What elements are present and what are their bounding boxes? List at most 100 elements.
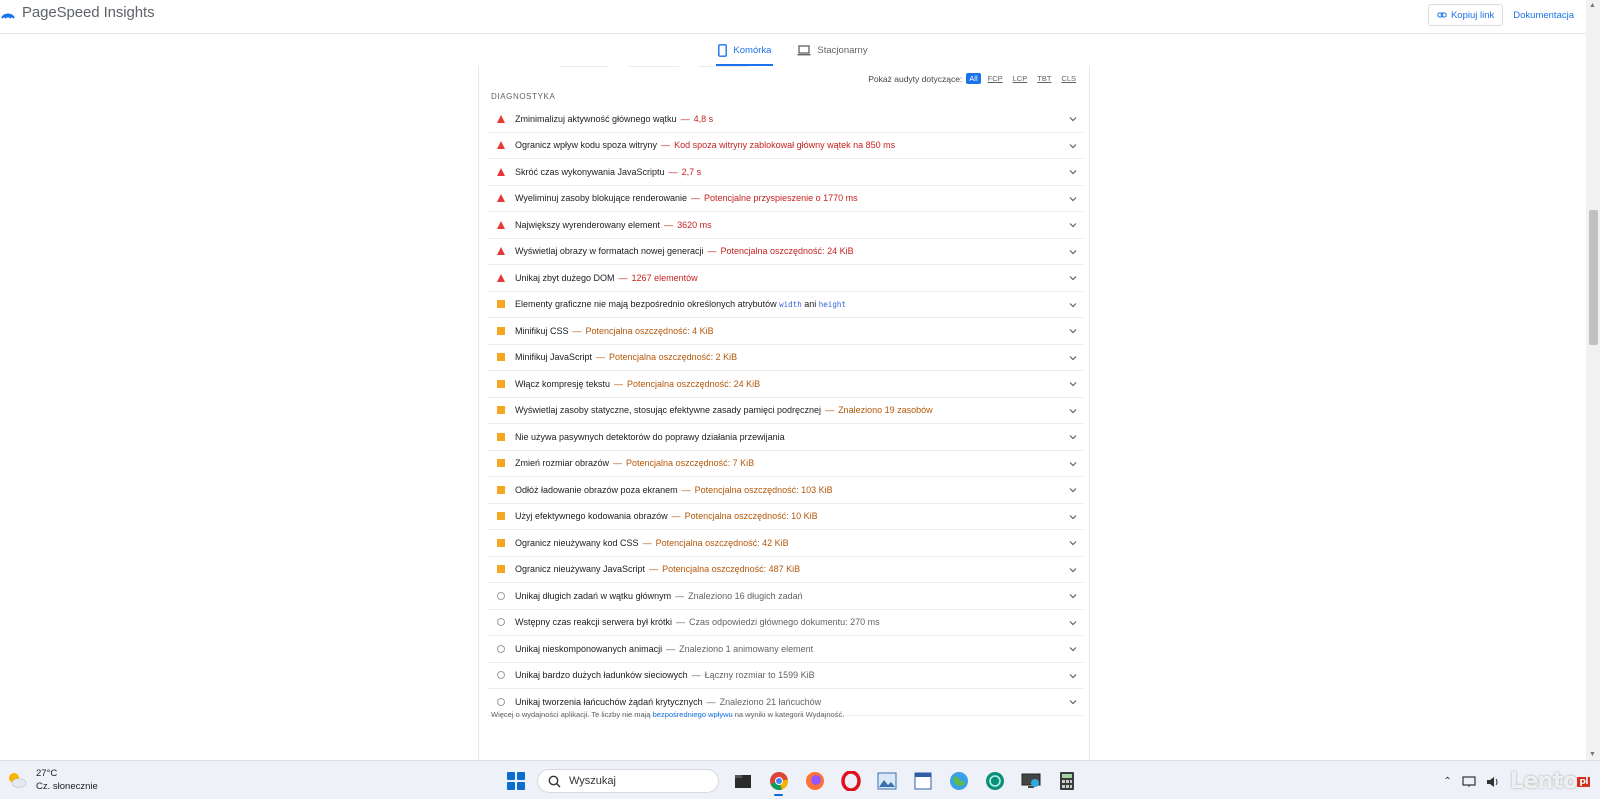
chevron-down-icon[interactable] bbox=[1069, 433, 1077, 441]
audit-title: Zmień rozmiar obrazów bbox=[515, 458, 610, 469]
chevron-down-icon[interactable] bbox=[1069, 380, 1077, 388]
chevron-down-icon[interactable] bbox=[1069, 354, 1077, 362]
brand[interactable]: PageSpeed Insights bbox=[0, 4, 155, 21]
audit-value: Potencjalna oszczędność: 42 KiB bbox=[655, 537, 789, 548]
chevron-down-icon[interactable] bbox=[1069, 486, 1077, 494]
tab-desktop[interactable]: Stacjonarny bbox=[795, 34, 869, 66]
start-button[interactable] bbox=[507, 772, 525, 790]
chevron-down-icon[interactable] bbox=[1069, 592, 1077, 600]
audit-row[interactable]: Unikaj nieskomponowanych animacji — Znalez… bbox=[487, 636, 1083, 663]
chrome-icon[interactable] bbox=[766, 769, 791, 796]
tab-mobile[interactable]: Komórka bbox=[716, 34, 774, 66]
audit-row[interactable]: Unikaj zbyt dużego DOM —1267 elementów bbox=[487, 265, 1083, 292]
scroll-down-icon[interactable]: ▼ bbox=[1589, 751, 1596, 758]
chevron-down-icon[interactable] bbox=[1069, 566, 1077, 574]
chevron-up-icon[interactable]: ⌃ bbox=[1443, 776, 1451, 787]
chevron-down-icon[interactable] bbox=[1069, 248, 1077, 256]
scroll-thumb[interactable] bbox=[1589, 210, 1598, 345]
footnote: Więcej o wydajności aplikacji. Te liczby… bbox=[491, 710, 844, 719]
chevron-down-icon[interactable] bbox=[1069, 142, 1077, 150]
audit-value: Znaleziono 19 zasobów bbox=[838, 405, 933, 416]
chevron-down-icon[interactable] bbox=[1069, 407, 1077, 415]
filter-chip-fcp[interactable]: FCP bbox=[985, 73, 1006, 84]
audit-row[interactable]: Włącz kompresję tekstu — Potencjalna oszcz… bbox=[487, 371, 1083, 398]
audit-row[interactable]: Wyświetlaj zasoby statyczne, stosując ef… bbox=[487, 398, 1083, 424]
file-explorer-icon[interactable] bbox=[730, 769, 755, 793]
fail-triangle-icon bbox=[497, 141, 505, 150]
filter-chip-cls[interactable]: CLS bbox=[1058, 73, 1079, 84]
audit-row[interactable]: Największy wyrenderowany element —3620 ms bbox=[487, 212, 1083, 239]
chevron-down-icon[interactable] bbox=[1069, 168, 1077, 176]
filter-chip-lcp[interactable]: LCP bbox=[1010, 73, 1031, 84]
average-square-icon bbox=[497, 459, 505, 468]
pass-circle-icon bbox=[497, 697, 505, 706]
weather-widget[interactable]: 27°C Cz. słonecznie bbox=[6, 767, 98, 793]
brand-name: PageSpeed Insights bbox=[22, 4, 155, 21]
audit-filter-label: Pokaż audyty dotyczące: bbox=[868, 73, 963, 84]
audit-separator: — bbox=[668, 166, 678, 177]
audit-row[interactable]: Zminimalizuj aktywność głównego wątku —4,… bbox=[487, 106, 1083, 133]
teal-app-icon[interactable] bbox=[982, 769, 1007, 793]
device-tabs: Komórka Stacjonarny bbox=[0, 34, 1586, 66]
audit-row[interactable]: Użyj efektywnego kodowania obrazów — Poten… bbox=[487, 504, 1083, 530]
chevron-down-icon[interactable] bbox=[1069, 645, 1077, 653]
scroll-up-icon[interactable]: ▲ bbox=[1589, 2, 1596, 9]
audit-separator: — bbox=[676, 617, 686, 628]
audit-row[interactable]: Minifikuj CSS — Potencjalna oszczędność: 4… bbox=[487, 318, 1083, 345]
audit-row[interactable]: Wstępny czas reakcji serwera był krótki —… bbox=[487, 610, 1083, 636]
documentation-link[interactable]: Dokumentacja bbox=[1509, 10, 1578, 21]
audit-row[interactable]: Wyświetlaj obrazy w formatach nowej gene… bbox=[487, 239, 1083, 265]
chevron-down-icon[interactable] bbox=[1069, 115, 1077, 123]
firefox-icon[interactable] bbox=[802, 769, 827, 793]
audit-separator: — bbox=[613, 458, 623, 469]
audit-row[interactable]: Unikaj bardzo dużych ładunków sieciowych… bbox=[487, 663, 1083, 689]
globe-icon[interactable] bbox=[946, 769, 971, 793]
chevron-down-icon[interactable] bbox=[1069, 672, 1077, 680]
audit-title: Unikaj bardzo dużych ładunków sieciowych bbox=[515, 670, 688, 681]
chevron-down-icon[interactable] bbox=[1069, 460, 1077, 468]
top-bar: PageSpeed Insights Kopiuj link Dokumenta… bbox=[0, 0, 1586, 34]
audit-row[interactable]: Unikaj długich zadań w wątku głównym — Zna… bbox=[487, 583, 1083, 610]
audit-row[interactable]: Wyeliminuj zasoby blokujące renderowanie… bbox=[487, 186, 1083, 212]
audit-row[interactable]: Ogranicz nieużywany JavaScript — Potencjal… bbox=[487, 557, 1083, 583]
footnote-link[interactable]: bezpośredniego wpływu bbox=[653, 710, 733, 719]
audit-row[interactable]: Zmień rozmiar obrazów — Potencjalna oszczę… bbox=[487, 451, 1083, 477]
audit-value: Kod spoza witryny zablokował główny wąte… bbox=[674, 140, 896, 151]
audit-separator: — bbox=[681, 484, 691, 495]
average-square-icon bbox=[497, 565, 505, 574]
chevron-down-icon[interactable] bbox=[1069, 195, 1077, 203]
remote-desktop-icon[interactable] bbox=[1018, 769, 1043, 793]
audit-row[interactable]: Nie używa pasywnych detektorów do popraw… bbox=[487, 424, 1083, 451]
average-square-icon bbox=[497, 300, 505, 309]
calculator-icon[interactable] bbox=[1054, 769, 1079, 793]
audit-title: Największy wyrenderowany element bbox=[515, 219, 661, 230]
chevron-down-icon[interactable] bbox=[1069, 513, 1077, 521]
photos-icon[interactable] bbox=[874, 769, 899, 793]
chevron-down-icon[interactable] bbox=[1069, 327, 1077, 335]
audit-row[interactable]: Skróć czas wykonywania JavaScriptu —2,7 s bbox=[487, 159, 1083, 186]
chevron-down-icon[interactable] bbox=[1069, 619, 1077, 627]
audit-row[interactable]: Elementy graficzne nie mają bezpośrednio… bbox=[487, 292, 1083, 318]
audit-row[interactable]: Minifikuj JavaScript — Potencjalna oszczęd… bbox=[487, 345, 1083, 371]
audit-conjunction: ani bbox=[804, 299, 817, 310]
filter-chip-all[interactable]: All bbox=[966, 73, 981, 84]
filter-chip-tbt[interactable]: TBT bbox=[1034, 73, 1054, 84]
app-icon[interactable] bbox=[910, 769, 935, 793]
network-icon[interactable] bbox=[1462, 775, 1476, 788]
chevron-down-icon[interactable] bbox=[1069, 301, 1077, 309]
audit-row[interactable]: Ogranicz nieużywany kod CSS — Potencjalna … bbox=[487, 530, 1083, 557]
taskbar-search[interactable]: Wyszukaj bbox=[537, 769, 719, 793]
audit-row[interactable]: Odłóż ładowanie obrazów poza ekranem — Pot… bbox=[487, 477, 1083, 504]
chevron-down-icon[interactable] bbox=[1069, 274, 1077, 282]
copy-link-button[interactable]: Kopiuj link bbox=[1427, 4, 1504, 26]
chevron-down-icon[interactable] bbox=[1069, 221, 1077, 229]
audit-title: Wstępny czas reakcji serwera był krótki bbox=[515, 617, 673, 628]
audit-separator: — bbox=[671, 511, 681, 522]
audit-row[interactable]: Ogranicz wpływ kodu spoza witryny — Kod sp… bbox=[487, 133, 1083, 159]
opera-icon[interactable] bbox=[838, 769, 863, 793]
page-scrollbar[interactable]: ▲ ▼ bbox=[1586, 0, 1600, 760]
chevron-down-icon[interactable] bbox=[1069, 539, 1077, 547]
chevron-down-icon[interactable] bbox=[1069, 698, 1077, 706]
audit-value: Potencjalna oszczędność: 7 KiB bbox=[626, 458, 755, 469]
volume-icon[interactable] bbox=[1486, 776, 1500, 788]
